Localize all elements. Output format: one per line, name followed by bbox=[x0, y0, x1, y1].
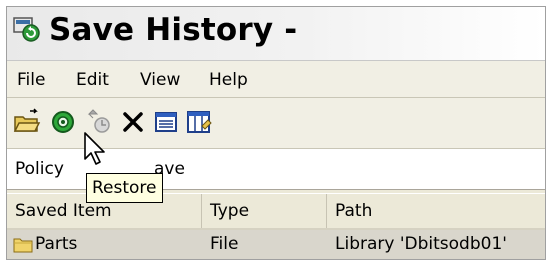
menu-file[interactable]: File bbox=[17, 70, 45, 90]
row-saved-item: Parts bbox=[35, 234, 78, 254]
title-bar[interactable]: Save History - bbox=[7, 7, 545, 61]
folder-icon bbox=[13, 238, 33, 253]
columns-icon[interactable] bbox=[185, 108, 213, 136]
restore-icon[interactable] bbox=[49, 108, 77, 136]
menu-bar: File Edit View Help bbox=[7, 61, 545, 98]
column-header-type[interactable]: Type bbox=[202, 194, 327, 228]
delete-icon[interactable] bbox=[119, 108, 147, 136]
column-header-path[interactable]: Path bbox=[327, 194, 545, 228]
table-row[interactable]: Parts File Library 'Dbitsodb01' bbox=[7, 230, 545, 259]
menu-edit[interactable]: Edit bbox=[76, 70, 109, 90]
row-type: File bbox=[210, 234, 239, 254]
properties-icon[interactable] bbox=[152, 108, 180, 136]
open-folder-icon[interactable] bbox=[13, 108, 41, 136]
window-title: Save History - bbox=[49, 12, 298, 48]
save-history-window: Save History - File Edit View Help Polic… bbox=[6, 6, 546, 260]
menu-view[interactable]: View bbox=[140, 70, 180, 90]
restore-tooltip: Restore bbox=[86, 173, 163, 203]
save-history-app-icon bbox=[13, 17, 40, 42]
filter-label: Policy bbox=[15, 159, 64, 179]
row-path: Library 'Dbitsodb01' bbox=[335, 234, 507, 254]
menu-help[interactable]: Help bbox=[209, 70, 248, 90]
mouse-pointer-icon bbox=[84, 132, 105, 165]
